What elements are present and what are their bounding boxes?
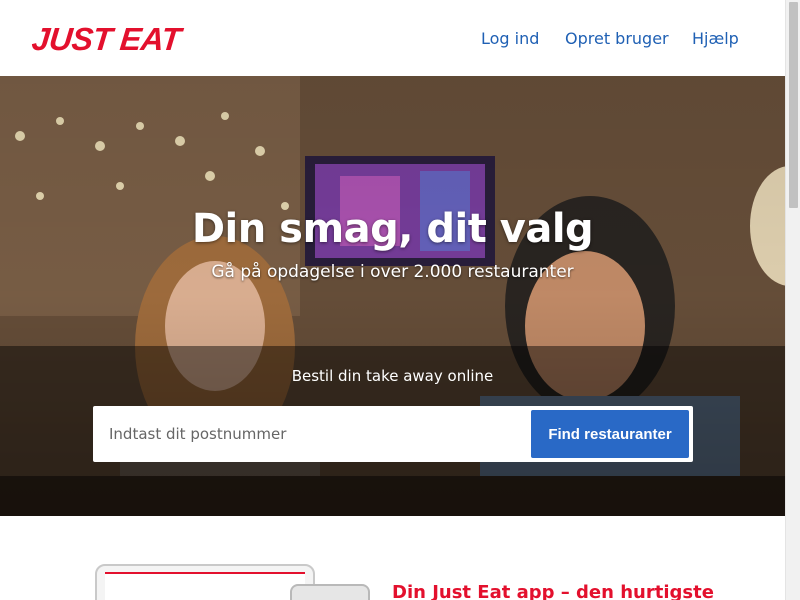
search-caption: Bestil din take away online [291, 367, 494, 385]
just-eat-logo[interactable]: JUST EAT [30, 21, 182, 57]
hero-title: Din smag, dit valg [191, 206, 594, 252]
site-header: JUST EAT Log ind Opret bruger Hjælp [0, 0, 785, 76]
scrollbar-thumb[interactable] [789, 2, 798, 208]
page-scrollbar[interactable] [785, 0, 800, 600]
login-link[interactable]: Log ind [481, 29, 539, 48]
signup-link[interactable]: Opret bruger [565, 29, 669, 48]
hero-section: Din smag, dit valg Gå på opdagelse i ove… [0, 76, 785, 516]
postcode-input[interactable] [93, 406, 523, 462]
hero-subtitle: Gå på opdagelse i over 2.000 restaurante… [211, 262, 574, 282]
app-promo-section: Din Just Eat app – den hurtigste [0, 516, 785, 600]
tablet-image [95, 564, 315, 600]
app-promo-title: Din Just Eat app – den hurtigste [392, 582, 714, 600]
help-link[interactable]: Hjælp [692, 29, 739, 48]
find-restaurants-button[interactable]: Find restauranter [531, 410, 689, 458]
phone-image [290, 584, 370, 600]
postcode-search-form: Find restauranter [93, 406, 693, 462]
